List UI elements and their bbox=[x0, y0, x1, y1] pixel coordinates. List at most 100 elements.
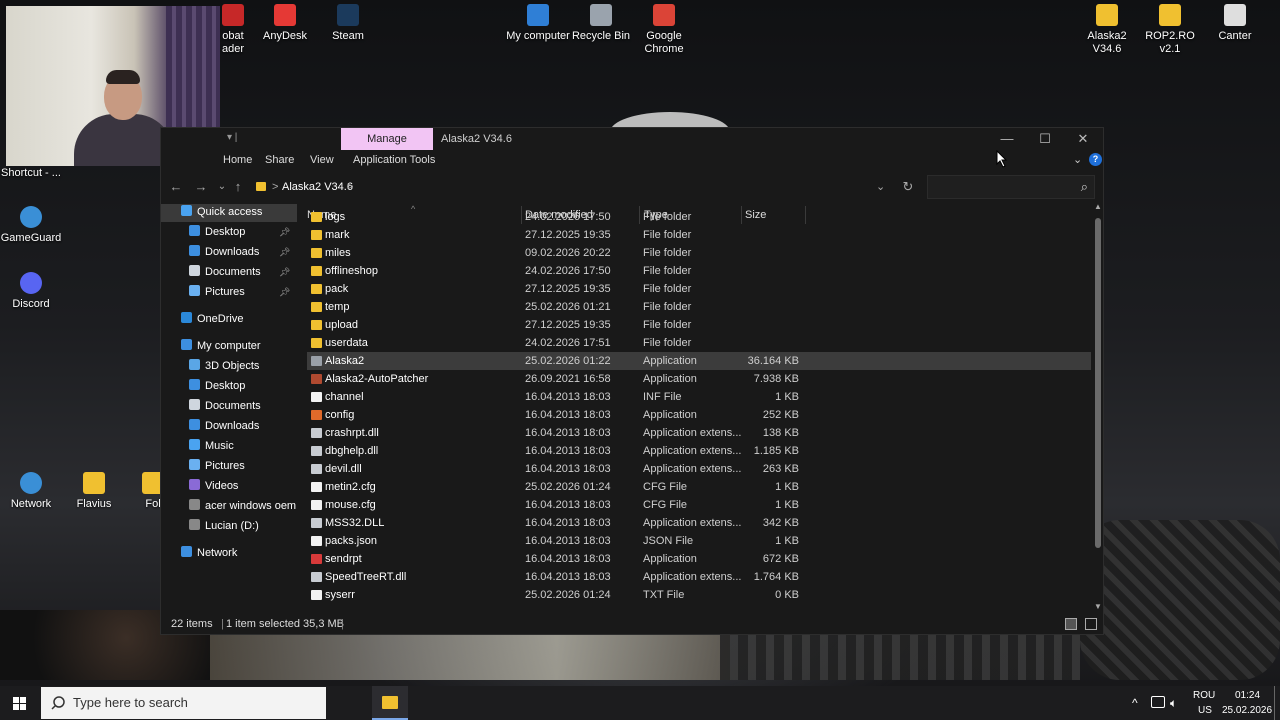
file-row[interactable]: offlineshop 24.02.2026 17:50 File folder bbox=[307, 262, 1091, 280]
file-row[interactable]: config 16.04.2013 18:03 Application 252 KB bbox=[307, 406, 1091, 424]
up-button[interactable]: ↑ bbox=[229, 177, 247, 197]
maximize-button[interactable]: ☐ bbox=[1025, 128, 1065, 150]
desktop-icon[interactable]: GameGuard bbox=[0, 206, 66, 245]
taskbar-file-explorer[interactable] bbox=[372, 686, 408, 720]
nav-item-icon bbox=[189, 225, 200, 236]
volume-icon[interactable]: 🔈︎ bbox=[1170, 686, 1177, 720]
search-input[interactable]: ⌕ bbox=[927, 175, 1095, 199]
file-row[interactable]: temp 25.02.2026 01:21 File folder bbox=[307, 298, 1091, 316]
file-row[interactable]: sendrpt 16.04.2013 18:03 Application 672 KB bbox=[307, 550, 1091, 568]
show-hidden-icons-icon[interactable]: ^ bbox=[1132, 686, 1138, 720]
desktop-icon[interactable]: AnyDesk bbox=[250, 4, 320, 43]
nav-item[interactable]: Desktop bbox=[161, 376, 297, 396]
file-row[interactable]: mouse.cfg 16.04.2013 18:03 CFG File 1 KB bbox=[307, 496, 1091, 514]
desktop-icon[interactable]: ROP2.RO v2.1 bbox=[1135, 4, 1205, 56]
nav-item[interactable]: Downloads bbox=[161, 416, 297, 436]
nav-item[interactable]: My computer bbox=[161, 336, 297, 356]
nav-item[interactable]: Downloads 📌︎ bbox=[161, 242, 297, 262]
file-row[interactable]: channel 16.04.2013 18:03 INF File 1 KB bbox=[307, 388, 1091, 406]
nav-item[interactable]: Videos bbox=[161, 476, 297, 496]
nav-item-label: My computer bbox=[197, 340, 261, 352]
desktop-icon[interactable]: Google Chrome bbox=[629, 4, 699, 56]
address-bar[interactable]: > Alaska2 V34.6 > ⌄ bbox=[256, 176, 893, 198]
close-button[interactable]: ✕ bbox=[1063, 128, 1103, 150]
nav-item[interactable]: Music bbox=[161, 436, 297, 456]
file-row[interactable]: packs.json 16.04.2013 18:03 JSON File 1 KB bbox=[307, 532, 1091, 550]
folder-icon bbox=[256, 182, 266, 191]
nav-item-icon bbox=[181, 312, 192, 323]
tab-view[interactable]: View bbox=[310, 150, 334, 170]
taskbar-search-box[interactable]: Type here to search bbox=[41, 687, 326, 719]
file-size: 36.164 KB bbox=[747, 355, 799, 367]
nav-item[interactable]: 3D Objects bbox=[161, 356, 297, 376]
tab-share[interactable]: Share bbox=[265, 150, 294, 170]
show-desktop-button[interactable] bbox=[1274, 686, 1275, 720]
nav-item[interactable]: OneDrive bbox=[161, 309, 297, 329]
quick-access-toolbar[interactable]: ▾ | bbox=[227, 132, 237, 143]
desktop-icon-label: obat ader bbox=[221, 30, 245, 55]
file-name: MSS32.DLL bbox=[325, 517, 385, 529]
file-row[interactable]: miles 09.02.2026 20:22 File folder bbox=[307, 244, 1091, 262]
file-row[interactable]: logs 24.02.2026 17:50 File folder bbox=[307, 208, 1091, 226]
nav-item[interactable]: Network bbox=[161, 543, 297, 563]
scroll-down-icon[interactable]: ▼ bbox=[1094, 602, 1102, 611]
file-row[interactable]: MSS32.DLL 16.04.2013 18:03 Application ext… bbox=[307, 514, 1091, 532]
file-name: packs.json bbox=[325, 535, 377, 547]
scroll-up-icon[interactable]: ▲ bbox=[1094, 202, 1102, 211]
title-bar[interactable]: ▾ | Manage Alaska2 V34.6 — ☐ ✕ bbox=[161, 128, 1103, 150]
nav-item[interactable]: Pictures bbox=[161, 456, 297, 476]
clock-date[interactable]: 25.02.2026 bbox=[1222, 705, 1272, 720]
desktop-icon[interactable]: My computer bbox=[503, 4, 573, 43]
vertical-scrollbar[interactable]: ▲ ▼ bbox=[1093, 202, 1103, 614]
file-row[interactable]: Alaska2-AutoPatcher 26.09.2021 16:58 Appli… bbox=[307, 370, 1091, 388]
scrollbar-thumb[interactable] bbox=[1095, 218, 1101, 548]
desktop-icon[interactable]: Recycle Bin bbox=[566, 4, 636, 43]
language-layout[interactable]: US bbox=[1198, 705, 1212, 720]
file-row[interactable]: Alaska2 25.02.2026 01:22 Application 36.164… bbox=[307, 352, 1091, 370]
breadcrumb-current[interactable]: Alaska2 V34.6 bbox=[282, 177, 353, 197]
nav-item-label: Documents bbox=[205, 400, 261, 412]
file-row[interactable]: metin2.cfg 25.02.2026 01:24 CFG File 1 KB bbox=[307, 478, 1091, 496]
desktop-icon[interactable]: Discord bbox=[0, 272, 66, 311]
tab-application-tools[interactable]: Application Tools bbox=[353, 150, 435, 170]
desktop-icon[interactable]: Alaska2 V34.6 bbox=[1072, 4, 1142, 56]
nav-item[interactable]: acer windows oem ( bbox=[161, 496, 297, 516]
tab-manage[interactable]: Manage bbox=[341, 128, 433, 150]
network-icon[interactable] bbox=[1151, 696, 1165, 708]
file-row[interactable]: SpeedTreeRT.dll 16.04.2013 18:03 Applicati… bbox=[307, 568, 1091, 586]
back-button[interactable]: ← bbox=[167, 177, 185, 197]
nav-item[interactable]: Desktop 📌︎ bbox=[161, 222, 297, 242]
file-row[interactable]: upload 27.12.2025 19:35 File folder bbox=[307, 316, 1091, 334]
file-row[interactable]: userdata 24.02.2026 17:51 File folder bbox=[307, 334, 1091, 352]
file-name: mark bbox=[325, 229, 350, 241]
file-row[interactable]: dbghelp.dll 16.04.2013 18:03 Application e… bbox=[307, 442, 1091, 460]
ribbon-expand-icon[interactable]: ⌄ bbox=[1073, 150, 1082, 170]
nav-item[interactable]: Documents bbox=[161, 396, 297, 416]
file-explorer-window: ▾ | Manage Alaska2 V34.6 — ☐ ✕ Home Shar… bbox=[160, 127, 1104, 635]
large-icons-view-icon[interactable] bbox=[1085, 618, 1097, 630]
file-type: Application bbox=[643, 373, 697, 385]
details-view-icon[interactable] bbox=[1065, 618, 1077, 630]
start-button[interactable] bbox=[0, 686, 40, 720]
file-row[interactable]: crashrpt.dll 16.04.2013 18:03 Application … bbox=[307, 424, 1091, 442]
search-icon: ⌕ bbox=[1080, 179, 1088, 194]
help-icon[interactable]: ? bbox=[1089, 153, 1102, 166]
desktop-icon[interactable]: Steam bbox=[313, 4, 383, 43]
forward-button[interactable]: → bbox=[192, 177, 210, 197]
file-icon bbox=[311, 374, 322, 384]
nav-item[interactable]: Pictures 📌︎ bbox=[161, 282, 297, 302]
file-name: Alaska2-AutoPatcher bbox=[325, 373, 429, 385]
tab-home[interactable]: Home bbox=[223, 150, 252, 170]
address-dropdown-icon[interactable]: ⌄ bbox=[876, 177, 885, 197]
nav-item[interactable]: Documents 📌︎ bbox=[161, 262, 297, 282]
nav-item[interactable]: Quick access bbox=[161, 204, 297, 222]
nav-item[interactable]: Lucian (D:) bbox=[161, 516, 297, 536]
desktop-icon[interactable]: Canter bbox=[1200, 4, 1270, 43]
refresh-button[interactable]: ↻ bbox=[899, 177, 917, 197]
file-row[interactable]: mark 27.12.2025 19:35 File folder bbox=[307, 226, 1091, 244]
minimize-button[interactable]: — bbox=[987, 128, 1027, 150]
desktop-icon[interactable]: Network bbox=[0, 472, 66, 511]
file-row[interactable]: devil.dll 16.04.2013 18:03 Application ext… bbox=[307, 460, 1091, 478]
file-row[interactable]: pack 27.12.2025 19:35 File folder bbox=[307, 280, 1091, 298]
file-row[interactable]: syserr 25.02.2026 01:24 TXT File 0 KB bbox=[307, 586, 1091, 604]
